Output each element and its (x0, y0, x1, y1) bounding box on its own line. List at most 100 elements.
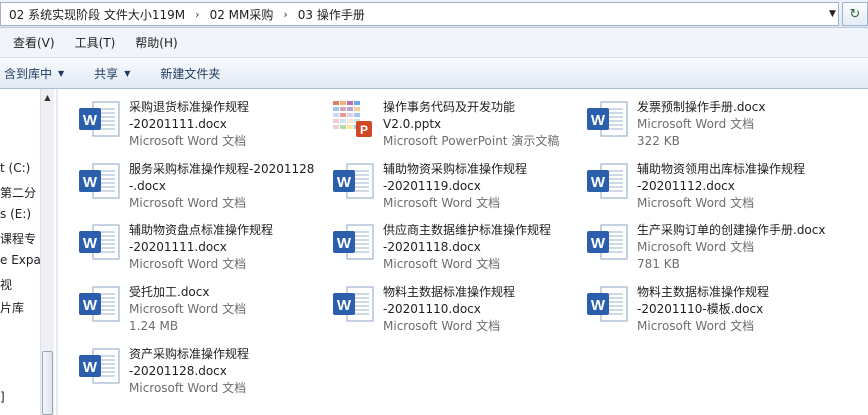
nav-scrollbar[interactable]: ▲ (40, 89, 54, 415)
pane-divider[interactable] (56, 89, 58, 415)
file-details: 辅助物资领用出库标准操作规程 -20201112.docx Microsoft Wo… (637, 161, 805, 212)
file-name-cont: -20201112.docx (637, 179, 735, 193)
nav-item[interactable]: 第二分 (0, 184, 36, 201)
menu-help[interactable]: 帮助(H) (128, 34, 184, 51)
powerpoint-file-icon: P (330, 99, 378, 141)
file-item[interactable]: W 物料主数据标准操作规程 -20201110-模板.docx Microsoft … (568, 277, 818, 335)
word-file-icon: W (76, 346, 124, 388)
navigation-pane: t (C:) 第二分 s (E:) 课程专 e Expar 视 片库 ] (0, 89, 42, 415)
file-details: 资产采购标准操作规程 -20201128.docx Microsoft Word 文… (129, 346, 249, 397)
svg-text:W: W (83, 359, 98, 376)
nav-item-drive-c[interactable]: t (C:) (0, 161, 30, 175)
chevron-down-icon: ▼ (124, 68, 131, 78)
file-item[interactable]: W 生产采购订单的创建操作手册.docx Microsoft Word 文档 781… (568, 215, 825, 273)
file-name-cont: -20201111.docx (129, 240, 227, 254)
refresh-button[interactable]: ↻ (842, 2, 868, 26)
file-item[interactable]: W 辅助物资盘点标准操作规程 -20201111.docx Microsoft Wo… (60, 215, 310, 273)
word-file-icon: W (584, 284, 632, 326)
scroll-up-icon[interactable]: ▲ (41, 91, 54, 104)
svg-text:W: W (337, 297, 352, 314)
scrollbar-thumb[interactable] (42, 351, 53, 415)
word-file-icon: W (330, 161, 378, 203)
file-name: 服务采购标准操作规程-20201128 (129, 162, 315, 176)
file-name: 物料主数据标准操作规程 (383, 285, 516, 299)
svg-text:W: W (591, 235, 606, 252)
file-item[interactable]: W 供应商主数据维护标准操作规程 -20201118.docx Microsoft … (314, 215, 564, 273)
file-item[interactable]: W 资产采购标准操作规程 -20201128.docx Microsoft Word… (60, 339, 310, 397)
file-name: 资产采购标准操作规程 (129, 347, 250, 361)
file-name-cont: -20201110-模板.docx (637, 302, 764, 316)
file-item[interactable]: W 辅助物资采购标准操作规程 -20201119.docx Microsoft Wo… (314, 154, 564, 212)
file-name: 操作事务代码及开发功能 (383, 100, 516, 114)
file-type: Microsoft Word 文档 (637, 319, 755, 333)
file-type: Microsoft Word 文档 (383, 196, 501, 210)
file-name-cont: -20201128.docx (129, 364, 227, 378)
file-list: W 采购退货标准操作规程 -20201111.docx Microsoft Word… (60, 89, 868, 415)
refresh-icon: ↻ (849, 6, 861, 22)
svg-text:W: W (337, 235, 352, 252)
file-item[interactable]: W 采购退货标准操作规程 -20201111.docx Microsoft Word… (60, 92, 310, 150)
file-details: 辅助物资盘点标准操作规程 -20201111.docx Microsoft Word… (129, 222, 273, 273)
file-details: 供应商主数据维护标准操作规程 -20201118.docx Microsoft Wo… (383, 222, 551, 273)
svg-text:W: W (337, 174, 352, 191)
file-name-cont: -20201119.docx (383, 179, 481, 193)
file-details: 受托加工.docx Microsoft Word 文档 1.24 MB (129, 284, 246, 335)
menu-view[interactable]: 查看(V) (6, 34, 62, 51)
file-item[interactable]: P 操作事务代码及开发功能 V2.0.pptx Microsoft PowerPoi… (314, 92, 564, 150)
file-details: 操作事务代码及开发功能 V2.0.pptx Microsoft PowerPoint… (383, 99, 559, 150)
menu-tools[interactable]: 工具(T) (68, 34, 123, 51)
file-item[interactable]: W 受托加工.docx Microsoft Word 文档 1.24 MB (60, 277, 310, 335)
command-bar: 含到库中 ▼ 共享 ▼ 新建文件夹 (0, 57, 868, 89)
nav-item[interactable]: 视 (0, 276, 12, 293)
file-type: Microsoft Word 文档 (129, 196, 247, 210)
file-type: Microsoft Word 文档 (637, 117, 755, 131)
address-bar: 02 系统实现阶段 文件大小119M › 02 MM采购 › 03 操作手册 ▼… (0, 0, 868, 28)
file-type: Microsoft Word 文档 (383, 257, 501, 271)
new-folder-button[interactable]: 新建文件夹 (152, 65, 228, 82)
breadcrumb[interactable]: 02 系统实现阶段 文件大小119M › 02 MM采购 › 03 操作手册 (0, 2, 839, 26)
file-details: 发票预制操作手册.docx Microsoft Word 文档 322 KB (637, 99, 765, 150)
file-item[interactable]: W 发票预制操作手册.docx Microsoft Word 文档 322 KB (568, 92, 818, 150)
file-name: 采购退货标准操作规程 (129, 100, 250, 114)
word-file-icon: W (584, 222, 632, 264)
file-type: Microsoft Word 文档 (129, 302, 247, 316)
svg-text:W: W (83, 297, 98, 314)
file-type: Microsoft Word 文档 (129, 381, 247, 395)
file-type: Microsoft Word 文档 (637, 240, 755, 254)
svg-text:W: W (591, 297, 606, 314)
nav-item[interactable]: 课程专 (0, 230, 36, 247)
nav-item[interactable]: e Expar (0, 253, 42, 267)
file-item[interactable]: W 服务采购标准操作规程-20201128 -.docx Microsoft Wor… (60, 154, 314, 212)
svg-text:W: W (83, 235, 98, 252)
svg-text:P: P (360, 123, 368, 137)
nav-item[interactable]: ] (0, 390, 5, 404)
svg-text:W: W (591, 174, 606, 191)
file-item[interactable]: W 辅助物资领用出库标准操作规程 -20201112.docx Microsoft … (568, 154, 818, 212)
breadcrumb-item[interactable]: 02 MM采购 (208, 6, 276, 23)
file-item[interactable]: W 物料主数据标准操作规程 -20201110.docx Microsoft Wor… (314, 277, 564, 335)
file-name: 发票预制操作手册.docx (637, 100, 766, 114)
address-dropdown-icon[interactable]: ▼ (826, 3, 839, 24)
file-name: 辅助物资采购标准操作规程 (383, 162, 528, 176)
file-name: 受托加工.docx (129, 285, 210, 299)
word-file-icon: W (330, 284, 378, 326)
file-name-cont: -20201118.docx (383, 240, 481, 254)
file-size: 322 KB (637, 134, 680, 148)
file-name: 辅助物资盘点标准操作规程 (129, 223, 274, 237)
svg-text:W: W (83, 174, 98, 191)
svg-text:W: W (591, 112, 606, 129)
file-size: 1.24 MB (129, 319, 179, 333)
nav-item-drive-e[interactable]: s (E:) (0, 207, 31, 221)
file-type: Microsoft Word 文档 (383, 319, 501, 333)
include-in-library-button[interactable]: 含到库中 ▼ (0, 65, 72, 82)
breadcrumb-separator-icon[interactable]: › (283, 8, 287, 21)
new-folder-label: 新建文件夹 (160, 66, 221, 81)
breadcrumb-item[interactable]: 03 操作手册 (296, 6, 367, 23)
share-button[interactable]: 共享 ▼ (86, 65, 138, 82)
nav-item[interactable]: 片库 (0, 299, 24, 316)
breadcrumb-item[interactable]: 02 系统实现阶段 文件大小119M (7, 6, 187, 23)
breadcrumb-separator-icon[interactable]: › (195, 8, 199, 21)
chevron-down-icon: ▼ (58, 68, 65, 78)
word-file-icon: W (76, 284, 124, 326)
file-name: 辅助物资领用出库标准操作规程 (637, 162, 806, 176)
